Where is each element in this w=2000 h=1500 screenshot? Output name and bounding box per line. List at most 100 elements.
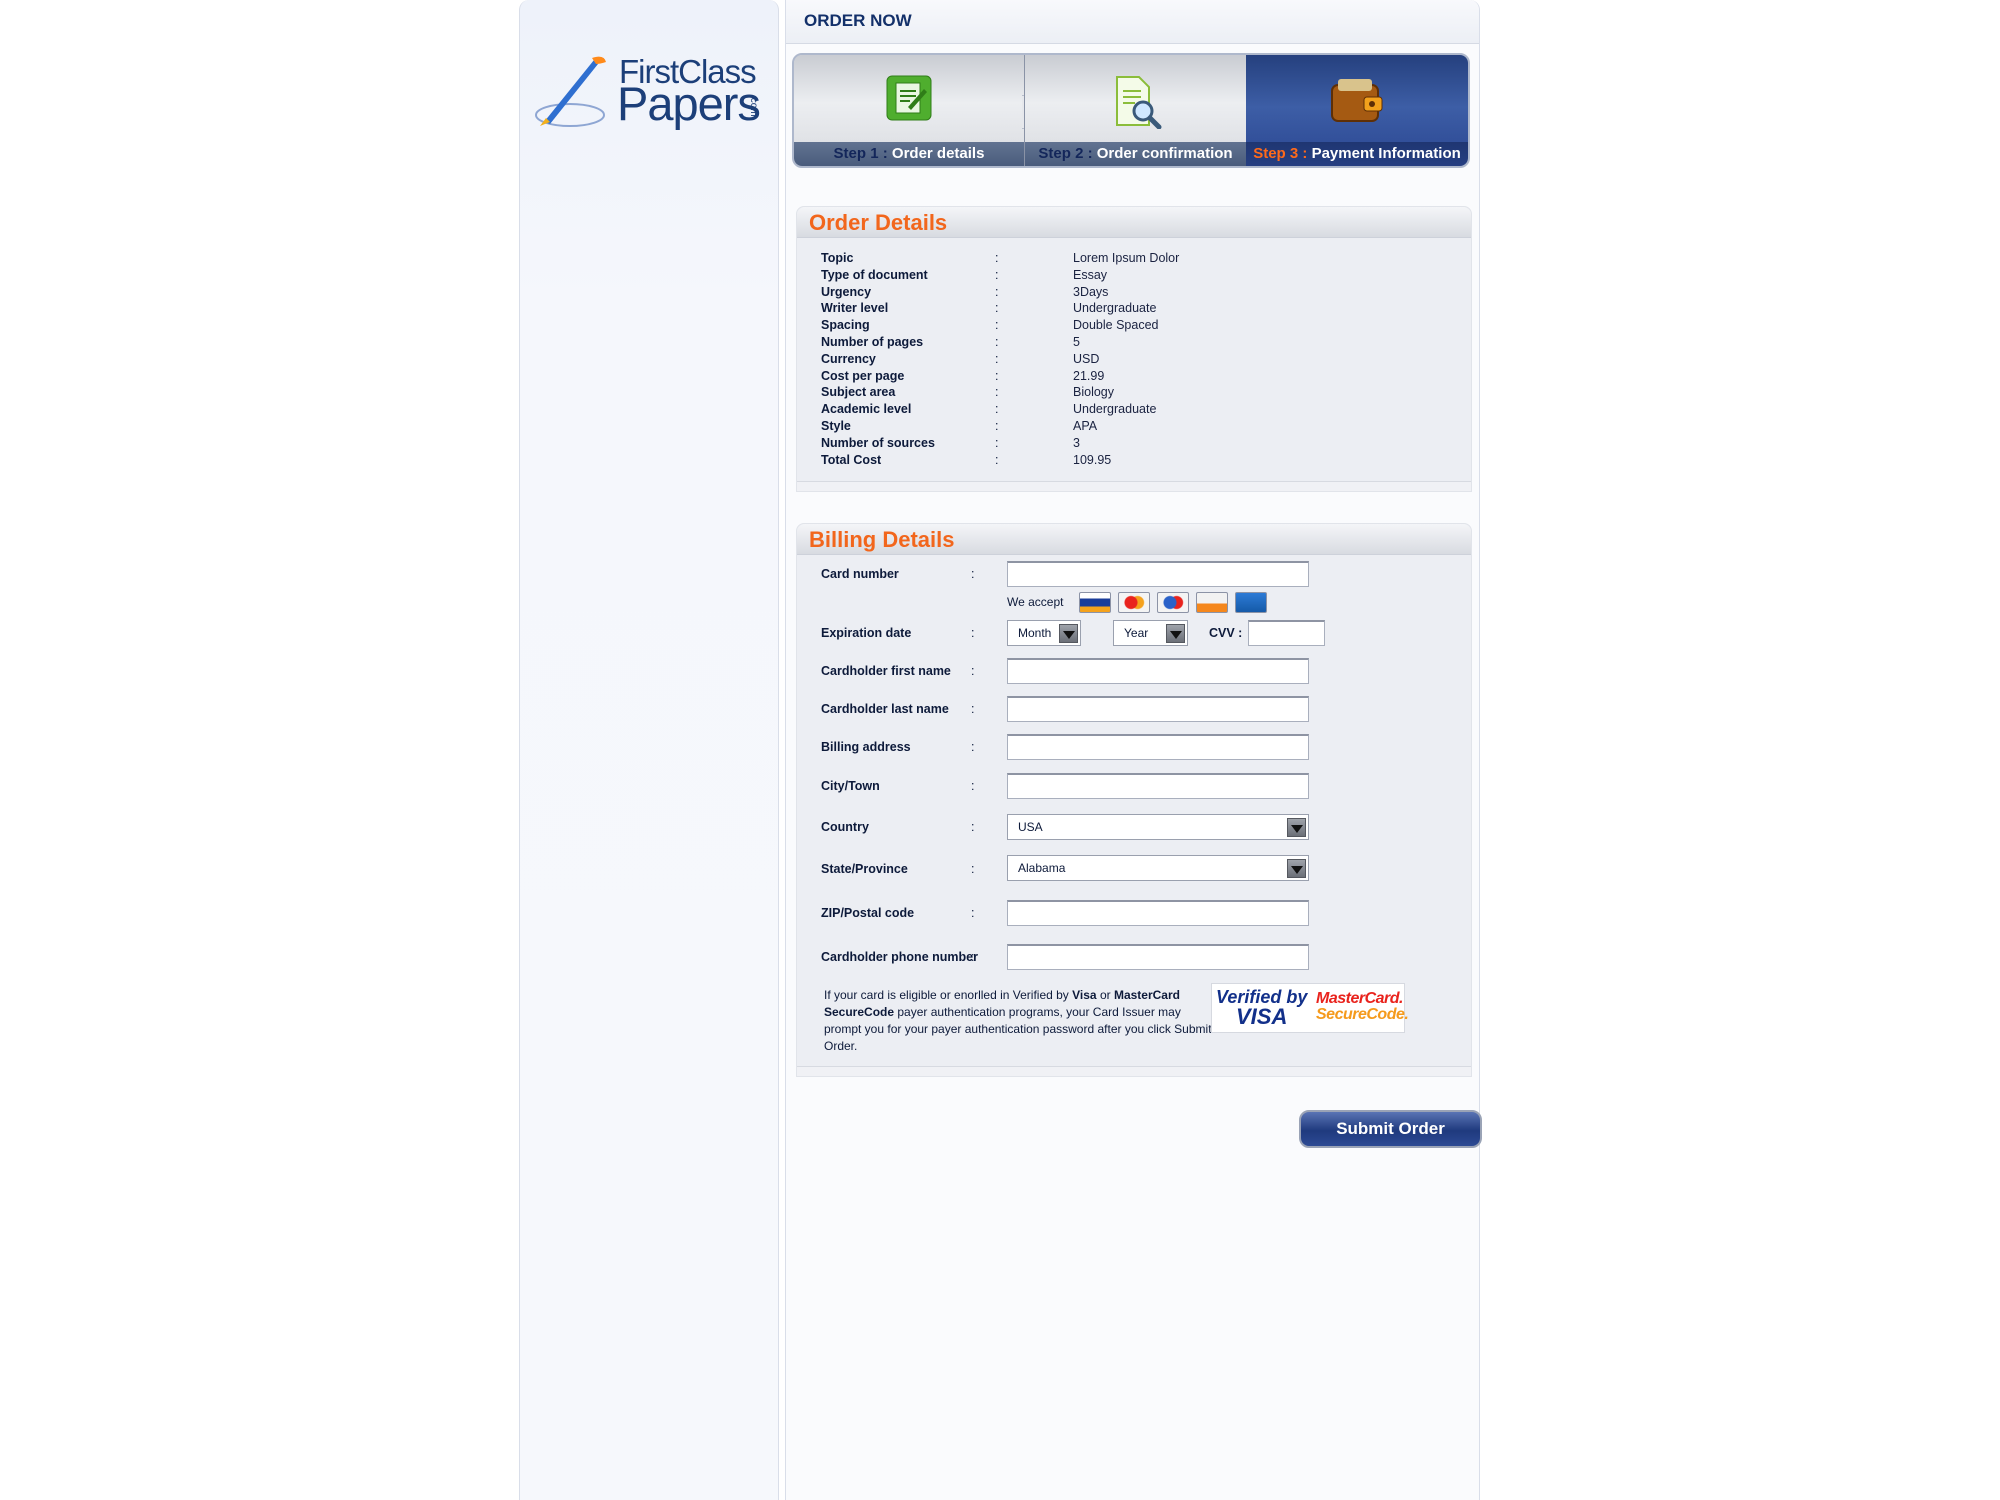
last-name-input[interactable] — [1007, 696, 1309, 722]
order-detail-value: Lorem Ipsum Dolor — [1073, 251, 1180, 265]
billing-address-input[interactable] — [1007, 734, 1309, 760]
discover-icon — [1196, 592, 1228, 613]
order-detail-key: Topic — [821, 251, 854, 265]
order-detail-row: Spacing: Double Spaced — [821, 318, 1441, 334]
brand-line-2: Papers — [617, 77, 761, 130]
order-detail-value: Undergraduate — [1073, 402, 1157, 417]
order-details-title: Order Details — [809, 210, 948, 235]
separator: : — [971, 702, 975, 716]
order-detail-key: Total Cost — [821, 452, 882, 467]
separator: : — [971, 950, 975, 964]
separator: : — [971, 862, 975, 876]
separator: : — [995, 301, 999, 316]
separator: : — [971, 779, 975, 793]
checkout-steps: Step 1 : Order details Step 2 : Order co… — [792, 53, 1470, 168]
order-detail-row: Cost per page: 21.99 — [821, 369, 1441, 385]
order-detail-row: Urgency: 3Days — [821, 285, 1441, 301]
order-detail-value: APA — [1073, 419, 1098, 433]
visa-icon — [1079, 592, 1111, 613]
step-order-confirmation[interactable]: Step 2 : Order confirmation — [1024, 55, 1246, 166]
order-detail-value: Undergraduate — [1073, 301, 1157, 316]
separator: : — [995, 251, 999, 265]
order-detail-row: Style: APA — [821, 419, 1441, 435]
order-detail-value: 3Days — [1073, 284, 1109, 299]
zip-input[interactable] — [1007, 900, 1309, 926]
state-select[interactable]: Alabama — [1007, 855, 1309, 881]
sidebar: FirstClass Papers .com — [519, 0, 779, 1500]
chevron-down-icon — [1287, 818, 1306, 837]
country-value: USA — [1018, 820, 1043, 834]
cvv-input[interactable] — [1248, 620, 1325, 646]
order-detail-key: Cost per page — [821, 368, 905, 383]
separator: : — [995, 402, 999, 417]
securecode-wordmark: SecureCode. — [1316, 1006, 1409, 1023]
order-detail-row: Number of pages: 5 — [821, 335, 1441, 351]
order-detail-value: Essay — [1073, 267, 1108, 282]
card-number-input[interactable] — [1007, 561, 1309, 587]
phone-label: Cardholder phone number — [821, 950, 978, 964]
chevron-down-icon — [1166, 624, 1185, 643]
notice-visa: Visa — [1072, 988, 1097, 1002]
order-detail-key: Currency — [821, 351, 876, 366]
step-label: Order details — [891, 145, 985, 162]
order-detail-key: Type of document — [821, 267, 928, 282]
order-detail-value: Biology — [1073, 385, 1114, 400]
order-detail-row: Subject area: Biology — [821, 385, 1441, 401]
order-detail-key: Style — [821, 419, 851, 433]
authentication-notice: If your card is eligible or enorlled in … — [824, 987, 1219, 1055]
order-detail-row: Number of sources: 3 — [821, 436, 1441, 452]
expiration-month-select[interactable]: Month — [1007, 620, 1081, 646]
security-badges: Verified by VISA MasterCard. SecureCode. — [1211, 983, 1409, 1033]
order-detail-row: Academic level: Undergraduate — [821, 402, 1441, 418]
page-header: ORDER NOW — [786, 0, 1479, 44]
first-name-input[interactable] — [1007, 658, 1309, 684]
step-number: Step 2 : — [1038, 145, 1093, 162]
separator: : — [995, 452, 999, 467]
quill-pen-icon — [535, 56, 606, 127]
separator: : — [995, 318, 999, 333]
expiration-year-select[interactable]: Year — [1113, 620, 1188, 646]
phone-input[interactable] — [1007, 944, 1309, 970]
step-label: Order confirmation — [1096, 145, 1233, 162]
order-detail-value: 5 — [1073, 335, 1080, 349]
billing-address-label: Billing address — [821, 740, 911, 754]
separator: : — [971, 740, 975, 754]
order-detail-value: USD — [1073, 351, 1100, 366]
order-detail-key: Spacing — [821, 318, 870, 333]
order-detail-row: Writer level: Undergraduate — [821, 301, 1441, 317]
submit-order-button[interactable]: Submit Order — [1299, 1110, 1482, 1148]
order-detail-row: Currency: USD — [821, 352, 1441, 368]
order-detail-value: 21.99 — [1073, 368, 1105, 383]
state-value: Alabama — [1018, 861, 1066, 875]
separator: : — [995, 267, 999, 282]
order-detail-row: Total Cost: 109.95 — [821, 453, 1441, 469]
expiration-date-label: Expiration date — [821, 626, 912, 640]
order-detail-value: 3 — [1073, 435, 1080, 450]
city-input[interactable] — [1007, 773, 1309, 799]
step-order-details[interactable]: Step 1 : Order details — [794, 55, 1024, 166]
separator: : — [995, 351, 999, 366]
brand-logo[interactable]: FirstClass Papers .com — [534, 52, 774, 132]
wallet-icon — [1331, 79, 1383, 122]
billing-details-panel: Billing Details Card number : We accept … — [796, 523, 1472, 1077]
separator: : — [995, 435, 999, 450]
order-detail-row: Topic: Lorem Ipsum Dolor — [821, 251, 1441, 267]
notice-text: If your card is eligible or enorlled in … — [824, 988, 1073, 1002]
visa-wordmark: VISA — [1236, 1004, 1288, 1029]
separator: : — [971, 820, 975, 834]
document-magnifier-icon — [1115, 76, 1161, 129]
step-payment-information[interactable]: Step 3 : Payment Information — [1246, 55, 1468, 166]
maestro-icon — [1157, 592, 1189, 613]
country-select[interactable]: USA — [1007, 814, 1309, 840]
order-detail-key: Urgency — [821, 284, 872, 299]
separator: : — [995, 419, 999, 433]
separator: : — [995, 335, 999, 349]
step-label: Payment Information — [1311, 145, 1461, 162]
state-label: State/Province — [821, 862, 908, 876]
order-detail-row: Type of document: Essay — [821, 268, 1441, 284]
brand-suffix: .com — [748, 95, 759, 117]
separator: : — [995, 284, 999, 299]
year-value: Year — [1124, 626, 1149, 640]
order-details-panel: Order Details Topic: Lorem Ipsum Dolor Typ… — [796, 206, 1472, 492]
separator: : — [971, 567, 975, 581]
